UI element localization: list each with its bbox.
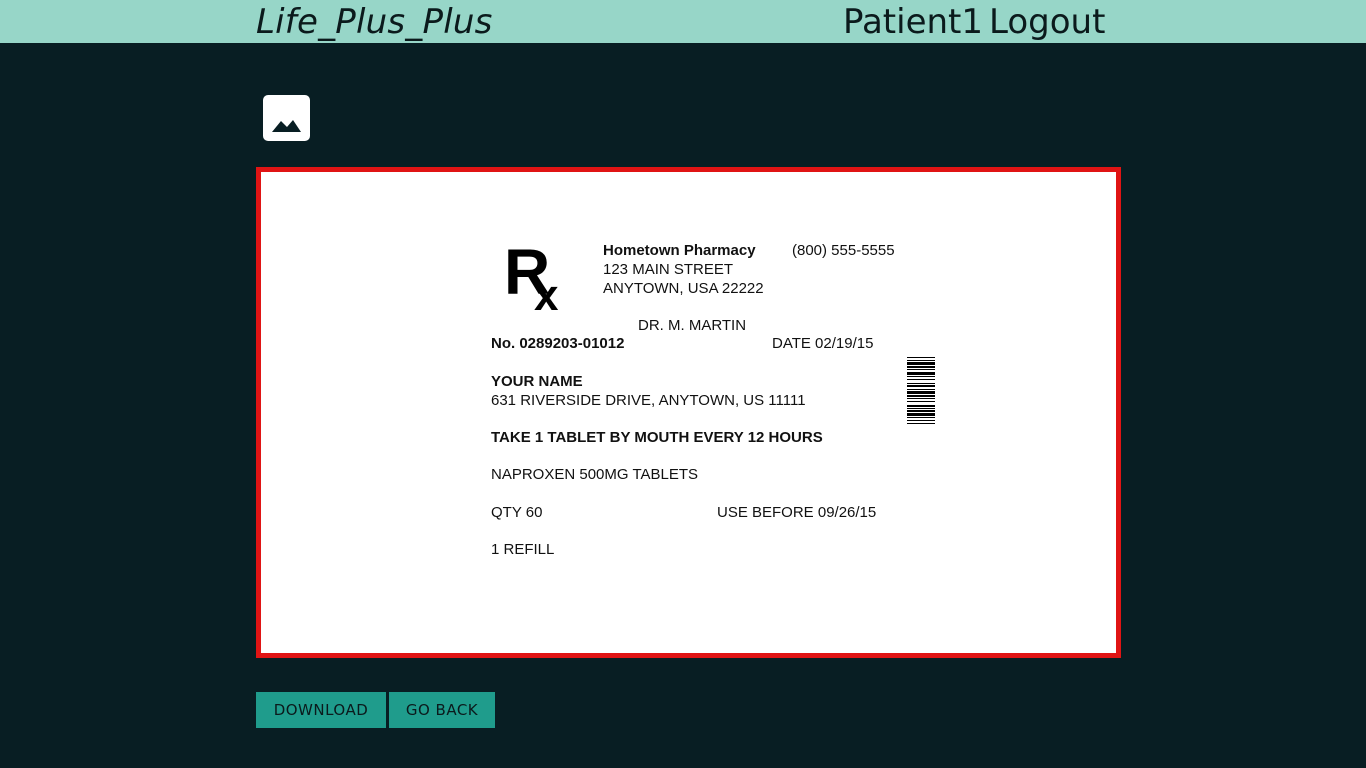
quantity: QTY 60 xyxy=(491,504,543,521)
top-bar: Life_Plus_Plus Patient1 Logout xyxy=(0,0,1366,43)
refill-count: 1 REFILL xyxy=(491,541,555,558)
image-upload-button[interactable] xyxy=(263,95,310,141)
logout-link[interactable]: Logout xyxy=(989,0,1105,43)
dosage-instructions: TAKE 1 TABLET BY MOUTH EVERY 12 HOURS xyxy=(491,429,823,446)
prescription-label: Rx R x Hometown Pharmacy (800) 555-5555 … xyxy=(261,172,1116,653)
barcode xyxy=(907,357,935,424)
user-name-link[interactable]: Patient1 xyxy=(843,0,983,43)
doctor-name: DR. M. MARTIN xyxy=(638,317,747,334)
svg-text:x: x xyxy=(534,271,559,314)
image-icon xyxy=(272,120,301,132)
app-brand[interactable]: Life_Plus_Plus xyxy=(256,0,493,43)
prescription-image-frame: Rx R x Hometown Pharmacy (800) 555-5555 … xyxy=(256,167,1121,658)
fill-date: DATE 02/19/15 xyxy=(772,335,874,352)
patient-name: YOUR NAME xyxy=(491,373,583,390)
pharmacy-phone: (800) 555-5555 xyxy=(792,242,895,259)
use-before-date: USE BEFORE 09/26/15 xyxy=(717,504,877,521)
go-back-button[interactable]: GO BACK xyxy=(389,692,495,728)
rx-number: No. 0289203-01012 xyxy=(491,335,625,352)
pharmacy-city: ANYTOWN, USA 22222 xyxy=(603,280,764,297)
rx-logo: Rx R x xyxy=(504,242,559,314)
download-button[interactable]: DOWNLOAD xyxy=(256,692,386,728)
medication-name: NAPROXEN 500MG TABLETS xyxy=(491,466,699,483)
pharmacy-name: Hometown Pharmacy xyxy=(603,242,756,259)
pharmacy-street: 123 MAIN STREET xyxy=(603,261,734,278)
patient-address: 631 RIVERSIDE DRIVE, ANYTOWN, US 11111 xyxy=(491,392,806,409)
